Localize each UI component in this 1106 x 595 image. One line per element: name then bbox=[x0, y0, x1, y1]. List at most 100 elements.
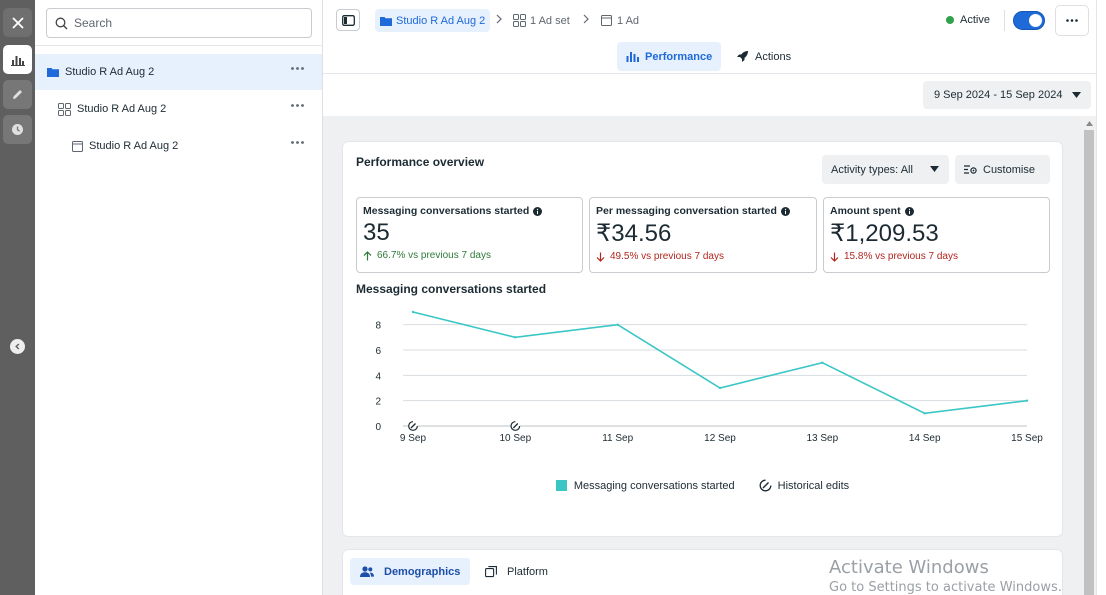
y-tick-label: 0 bbox=[375, 422, 381, 433]
data-point bbox=[821, 361, 824, 364]
activity-types-dropdown[interactable]: Activity types: All bbox=[822, 155, 949, 184]
rail-performance-button[interactable] bbox=[3, 45, 32, 74]
activate-windows-watermark: Activate Windows Go to Settings to activ… bbox=[829, 557, 1062, 595]
vertical-scrollbar[interactable] bbox=[1083, 116, 1096, 595]
more-icon[interactable] bbox=[291, 104, 304, 107]
caret-down-icon bbox=[1072, 92, 1081, 98]
tree-item-campaign[interactable]: Studio R Ad Aug 2 bbox=[35, 54, 322, 90]
metric-card-amount-spent[interactable]: Amount spent ₹1,209.53 15.8% vs previous… bbox=[823, 197, 1050, 273]
metric-card-cost-per-conversation[interactable]: Per messaging conversation started ₹34.5… bbox=[589, 197, 817, 273]
arrow-down-icon bbox=[596, 252, 605, 262]
date-bar: 9 Sep 2024 - 15 Sep 2024 bbox=[323, 74, 1096, 116]
x-tick-label: 10 Sep bbox=[499, 433, 531, 444]
more-icon bbox=[1066, 19, 1078, 22]
legend-swatch bbox=[555, 480, 567, 491]
breadcrumb-ads[interactable]: 1 Ad bbox=[601, 9, 639, 32]
data-point bbox=[514, 336, 517, 339]
info-icon[interactable] bbox=[780, 206, 790, 216]
data-point bbox=[1025, 399, 1029, 402]
close-button[interactable] bbox=[3, 8, 32, 37]
tab-platform-label: Platform bbox=[507, 565, 548, 578]
tab-actions[interactable]: Actions bbox=[727, 42, 800, 71]
arrow-up-icon bbox=[363, 250, 372, 260]
ad-set-icon bbox=[513, 14, 526, 27]
status-label: Active bbox=[960, 14, 990, 26]
clock-icon bbox=[12, 124, 23, 135]
date-range-picker[interactable]: 9 Sep 2024 - 15 Sep 2024 bbox=[923, 81, 1091, 109]
more-options-button[interactable] bbox=[1055, 5, 1089, 36]
tab-actions-label: Actions bbox=[755, 50, 792, 63]
arrow-down-icon bbox=[830, 252, 839, 262]
info-icon[interactable] bbox=[533, 206, 543, 216]
x-tick-label: 12 Sep bbox=[704, 433, 736, 444]
toggle-knob bbox=[1029, 14, 1042, 27]
metric-change-text: 15.8% vs previous 7 days bbox=[844, 251, 958, 262]
metric-title: Amount spent bbox=[830, 205, 901, 217]
active-dot bbox=[946, 16, 954, 24]
y-tick-label: 6 bbox=[375, 346, 381, 357]
search-input[interactable] bbox=[74, 16, 294, 30]
info-icon[interactable] bbox=[904, 206, 914, 216]
y-tick-label: 8 bbox=[375, 321, 381, 332]
series-line bbox=[412, 311, 1028, 415]
collapse-rail-button[interactable] bbox=[10, 339, 25, 354]
chevron-left-icon bbox=[15, 343, 20, 350]
watermark-subtitle: Go to Settings to activate Windows. bbox=[829, 580, 1062, 595]
tab-performance[interactable]: Performance bbox=[617, 42, 722, 71]
y-tick-label: 2 bbox=[375, 397, 381, 408]
more-icon[interactable] bbox=[291, 141, 304, 144]
view-tabs: Performance Actions bbox=[323, 42, 1096, 74]
bar-chart-icon bbox=[10, 55, 25, 66]
metric-change-text: 49.5% vs previous 7 days bbox=[610, 251, 724, 262]
metric-card-conversations[interactable]: Messaging conversations started 35 66.7%… bbox=[356, 197, 583, 273]
legend-item-historical-edits[interactable]: Historical edits bbox=[759, 479, 849, 492]
historical-edit-icon bbox=[759, 479, 772, 492]
metric-change: 49.5% vs previous 7 days bbox=[596, 251, 810, 262]
chart-legend: Messaging conversations started Historic… bbox=[343, 479, 1062, 492]
metric-value: ₹1,209.53 bbox=[830, 220, 939, 247]
metric-title-row: Per messaging conversation started bbox=[596, 205, 810, 217]
metric-change: 15.8% vs previous 7 days bbox=[830, 251, 1043, 262]
historical-edit-marker[interactable] bbox=[510, 421, 521, 431]
date-range-label: 9 Sep 2024 - 15 Sep 2024 bbox=[934, 89, 1063, 101]
tree-item-label: Studio R Ad Aug 2 bbox=[89, 140, 179, 152]
data-point bbox=[616, 323, 619, 326]
main-content: Performance overview Activity types: All… bbox=[323, 116, 1083, 595]
more-icon[interactable] bbox=[291, 67, 304, 70]
metric-title-row: Amount spent bbox=[830, 205, 1043, 217]
metric-title: Messaging conversations started bbox=[363, 205, 530, 217]
activity-types-label: Activity types: All bbox=[831, 163, 913, 176]
scrollbar-thumb[interactable] bbox=[1084, 130, 1094, 595]
customise-label: Customise bbox=[983, 163, 1035, 176]
ad-icon bbox=[72, 140, 83, 152]
legend-series-label: Messaging conversations started bbox=[573, 479, 735, 492]
toggle-panel-button[interactable] bbox=[336, 9, 360, 31]
rail-edit-button[interactable] bbox=[3, 80, 32, 109]
sidebar-panel-icon bbox=[341, 14, 355, 26]
metric-title-row: Messaging conversations started bbox=[363, 205, 576, 217]
search-box[interactable] bbox=[46, 8, 312, 38]
breadcrumb-campaign[interactable]: Studio R Ad Aug 2 bbox=[375, 9, 491, 32]
tab-platform[interactable]: Platform bbox=[475, 558, 558, 585]
tab-demographics[interactable]: Demographics bbox=[350, 558, 471, 585]
y-tick-label: 4 bbox=[375, 371, 381, 382]
customise-button[interactable]: Customise bbox=[955, 155, 1050, 184]
search-icon bbox=[55, 17, 68, 29]
x-tick-label: 15 Sep bbox=[1011, 433, 1043, 444]
tree-item-ad[interactable]: Studio R Ad Aug 2 bbox=[35, 128, 322, 164]
breadcrumb-ad-sets-label: 1 Ad set bbox=[530, 14, 570, 27]
historical-edit-marker[interactable] bbox=[408, 421, 418, 431]
platform-icon bbox=[485, 565, 497, 577]
breadcrumb-ad-sets[interactable]: 1 Ad set bbox=[513, 9, 570, 32]
campaign-tree-panel: Studio R Ad Aug 2 Studio R Ad Aug 2 Stud… bbox=[35, 0, 323, 595]
tree-item-ad-set[interactable]: Studio R Ad Aug 2 bbox=[35, 91, 322, 127]
legend-item-series[interactable]: Messaging conversations started bbox=[555, 479, 735, 492]
chevron-right-icon bbox=[583, 14, 589, 24]
breadcrumb-ads-label: 1 Ad bbox=[617, 14, 640, 27]
active-toggle[interactable] bbox=[1013, 11, 1045, 30]
people-icon bbox=[360, 566, 374, 577]
scroll-up-icon[interactable] bbox=[1086, 121, 1093, 126]
ad-set-icon bbox=[58, 102, 71, 116]
close-icon bbox=[11, 16, 24, 29]
rail-history-button[interactable] bbox=[3, 115, 32, 144]
